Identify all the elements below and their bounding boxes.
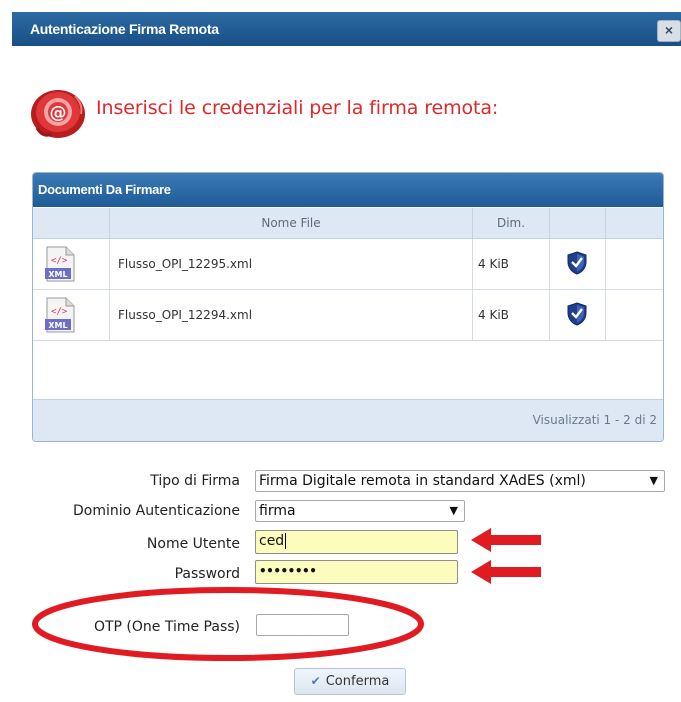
documents-grid: Documenti Da Firmare Nome File Dim. </> … — [32, 172, 664, 442]
xml-label: XML — [48, 321, 67, 330]
grid-caption: Documenti Da Firmare — [33, 173, 663, 207]
file-icon-cell: </> XML — [33, 239, 110, 289]
annotation-arrow-left-icon — [471, 528, 541, 552]
chevron-down-icon: ▼ — [449, 504, 458, 517]
xml-label: XML — [48, 270, 67, 279]
dominio-value: firma — [259, 503, 296, 519]
close-button[interactable]: × — [657, 20, 681, 42]
check-icon: ✔ — [310, 674, 321, 688]
tipo-firma-select[interactable]: Firma Digitale remota in standard XAdES … — [255, 470, 665, 492]
column-dim[interactable]: Dim. — [473, 208, 550, 238]
conferma-button[interactable]: ✔ Conferma — [294, 668, 406, 695]
nome-utente-input[interactable]: ced — [255, 530, 458, 554]
otp-input[interactable] — [256, 614, 349, 636]
svg-text:@: @ — [50, 103, 67, 123]
otp-label: OTP (One Time Pass) — [93, 619, 240, 635]
file-name: Flusso_OPI_12295.xml — [110, 239, 473, 289]
password-label: Password — [174, 566, 240, 582]
tipo-firma-value: Firma Digitale remota in standard XAdES … — [259, 473, 586, 489]
column-nome-file[interactable]: Nome File — [110, 208, 473, 238]
password-input[interactable]: •••••••• — [255, 560, 458, 584]
chevron-down-icon: ▼ — [649, 474, 658, 487]
status-cell — [550, 290, 606, 340]
table-row[interactable]: </> XML Flusso_OPI_12295.xml 4 KiB — [33, 239, 663, 290]
dominio-label: Dominio Autenticazione — [72, 503, 240, 519]
file-size: 4 KiB — [473, 239, 550, 289]
password-value: •••••••• — [259, 564, 317, 578]
table-row[interactable]: </> XML Flusso_OPI_12294.xml 4 KiB — [33, 290, 663, 341]
dominio-select[interactable]: firma ▼ — [255, 500, 465, 522]
column-icon — [33, 208, 110, 238]
conferma-label: Conferma — [325, 674, 390, 689]
file-icon-cell: </> XML — [33, 290, 110, 340]
close-icon: × — [664, 22, 674, 38]
extra-cell — [606, 290, 663, 340]
tipo-firma-label: Tipo di Firma — [150, 473, 240, 489]
column-status — [550, 208, 606, 238]
extra-cell — [606, 239, 663, 289]
shield-check-icon — [567, 302, 587, 326]
file-name: Flusso_OPI_12294.xml — [110, 290, 473, 340]
grid-header: Nome File Dim. — [33, 208, 663, 239]
svg-text:</>: </> — [51, 256, 68, 266]
dialog-title-bar: Autenticazione Firma Remota × — [12, 12, 681, 46]
file-size: 4 KiB — [473, 290, 550, 340]
annotation-arrow-left-icon — [471, 560, 541, 584]
at-seal-icon: @ — [31, 90, 85, 138]
nome-utente-value: ced — [259, 533, 285, 549]
xml-file-icon: </> XML — [45, 297, 75, 333]
xml-file-icon: </> XML — [45, 246, 75, 282]
dialog-title: Autenticazione Firma Remota — [30, 21, 219, 37]
column-extra — [606, 208, 662, 238]
pager-info: Visualizzati 1 - 2 di 2 — [532, 413, 657, 427]
nome-utente-label: Nome Utente — [146, 536, 240, 552]
shield-check-icon — [567, 251, 587, 275]
grid-footer: Visualizzati 1 - 2 di 2 — [33, 399, 663, 441]
status-cell — [550, 239, 606, 289]
svg-text:</>: </> — [51, 307, 68, 317]
page-heading: Inserisci le credenziali per la firma re… — [96, 97, 499, 119]
